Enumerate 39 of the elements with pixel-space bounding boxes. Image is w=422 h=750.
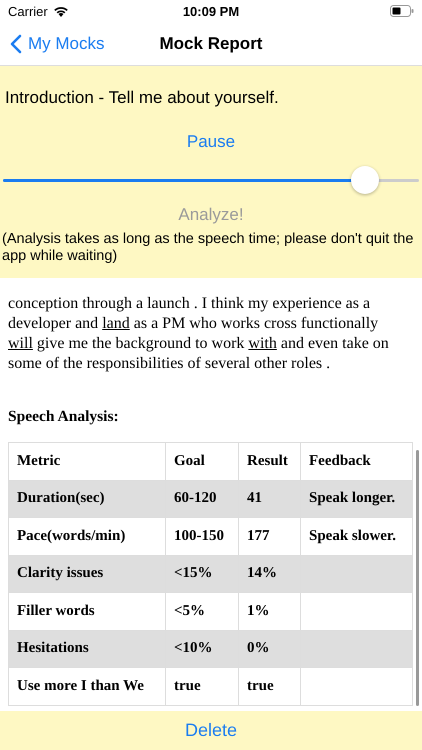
table-cell: 100-150 — [166, 518, 238, 555]
table-cell: Pace(words/min) — [8, 518, 166, 555]
wifi-icon — [52, 5, 69, 17]
column-header: Result — [238, 442, 300, 480]
status-time: 10:09 PM — [182, 4, 240, 18]
back-button[interactable]: My Mocks — [0, 34, 104, 54]
table-cell: <10% — [166, 630, 238, 668]
battery-icon — [390, 5, 414, 17]
table-cell: 60-120 — [166, 480, 238, 518]
table-cell: 14% — [238, 555, 300, 592]
table-cell: Speak longer. — [300, 480, 412, 518]
table-cell: true — [166, 668, 238, 705]
table-cell: Filler words — [8, 592, 166, 630]
table-cell: <15% — [166, 555, 238, 592]
section-heading: Speech Analysis: — [8, 408, 120, 426]
transcript-text: conception through a launch . I think my experience as a developer and land as a PM who works cross functionally will give me the background to work with and even take on some of the responsibilities of several other roles . — [8, 294, 390, 374]
table-cell: 0% — [238, 630, 300, 668]
table-cell: 177 — [238, 518, 300, 555]
table-cell: Speak slower. — [300, 518, 412, 555]
table-cell: Clarity issues — [8, 555, 166, 592]
progress-slider[interactable] — [3, 166, 419, 194]
table-cell: Use more I than We — [8, 668, 166, 705]
pause-button[interactable]: Pause — [186, 132, 236, 152]
screen-title: Mock Report — [160, 34, 262, 54]
carrier-label: Carrier — [8, 4, 48, 18]
slider-thumb[interactable] — [350, 166, 379, 194]
column-header: Goal — [166, 442, 238, 480]
chevron-left-icon — [10, 34, 22, 54]
column-header: Metric — [8, 442, 166, 480]
table-cell: 1% — [238, 592, 300, 630]
delete-button[interactable]: Delete — [184, 720, 238, 741]
table-cell: 41 — [238, 480, 300, 518]
analysis-note: (Analysis takes as long as the speech time; please don't quit the app while waiting) — [1, 231, 414, 265]
table-cell: <5% — [166, 592, 238, 630]
column-header: Feedback — [300, 442, 412, 480]
table-cell: Duration(sec) — [8, 480, 166, 518]
table-cell: Hesitations — [8, 630, 166, 668]
table-cell: true — [238, 668, 300, 705]
question-text: Introduction - Tell me about yourself. — [4, 87, 280, 108]
